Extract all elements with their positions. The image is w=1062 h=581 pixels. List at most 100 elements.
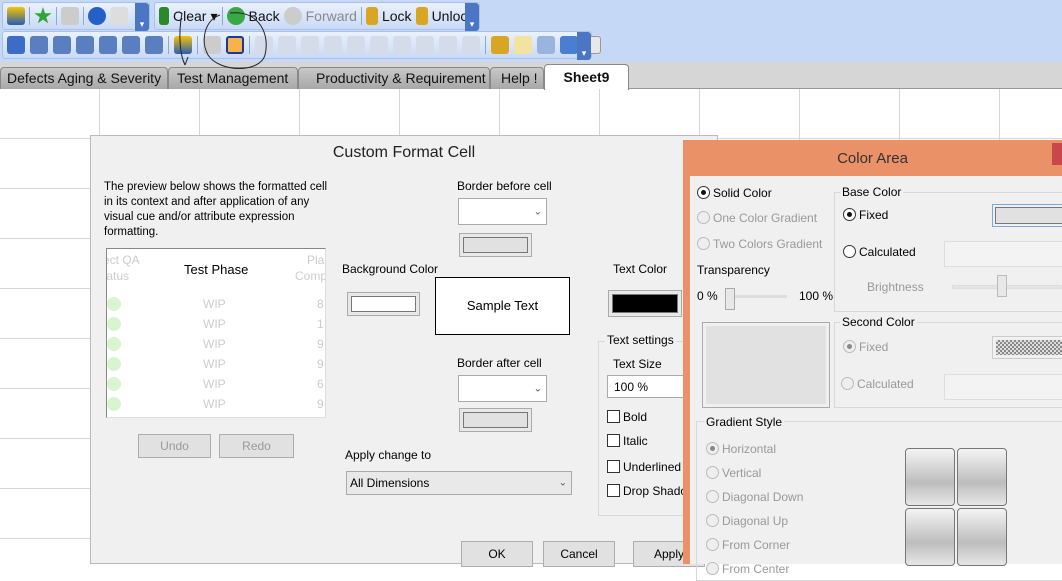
- hierarchy-icon[interactable]: [560, 36, 578, 54]
- base-calculated-radio[interactable]: [843, 245, 856, 258]
- toolbar-overflow-button[interactable]: ▾: [577, 32, 591, 60]
- equal-width-icon[interactable]: [416, 36, 434, 54]
- gradient-style-radio[interactable]: [706, 442, 719, 455]
- zoom-icon[interactable]: [99, 36, 117, 54]
- gradient-variant-tile[interactable]: [957, 448, 1007, 506]
- base-color-swatch[interactable]: [992, 204, 1062, 227]
- sample-text-preview: Sample Text: [435, 277, 570, 335]
- view-icon[interactable]: [53, 36, 71, 54]
- brightness-slider-thumb[interactable]: [997, 275, 1007, 297]
- cancel-button[interactable]: Cancel: [543, 541, 615, 567]
- user-icon[interactable]: [491, 36, 509, 54]
- status-indicator: [107, 357, 121, 371]
- gradient-style-label: Horizontal: [722, 442, 777, 456]
- drop-shadow-checkbox[interactable]: [607, 484, 620, 497]
- toolbar-standard: ▾: [2, 2, 150, 31]
- bold-checkbox[interactable]: [607, 410, 620, 423]
- color-preview: [702, 322, 830, 408]
- undo-button[interactable]: Undo: [138, 434, 211, 458]
- pointer-help-icon[interactable]: [110, 7, 128, 25]
- background-color-swatch[interactable]: [347, 292, 420, 316]
- text-color-label: Text Color: [613, 262, 668, 276]
- align-stack-icon[interactable]: [462, 36, 480, 54]
- space-horizontal-icon[interactable]: [278, 36, 296, 54]
- forward-button[interactable]: Forward: [306, 8, 357, 24]
- transparency-max: 100 %: [799, 289, 834, 303]
- italic-checkbox[interactable]: [607, 434, 620, 447]
- base-calculated-field[interactable]: [944, 241, 1062, 267]
- underlined-checkbox[interactable]: [607, 460, 620, 473]
- base-fixed-radio[interactable]: [843, 208, 856, 221]
- chevron-down-icon: ⌄: [533, 383, 542, 394]
- solid-color-radio[interactable]: [697, 186, 710, 199]
- tab-sheet9[interactable]: Sheet9: [544, 64, 629, 90]
- transparency-slider-thumb[interactable]: [725, 288, 735, 310]
- gradient-style-radio[interactable]: [706, 538, 719, 551]
- star-icon[interactable]: [34, 7, 52, 24]
- second-calculated-field[interactable]: [944, 374, 1062, 400]
- second-color-swatch[interactable]: [992, 336, 1062, 359]
- gradient-style-radio[interactable]: [706, 466, 719, 479]
- two-colors-gradient-label: Two Colors Gradient: [713, 237, 823, 251]
- preview-grid: ect QA tatus Test Phase Pla Comp WIP 8 W…: [106, 248, 326, 418]
- gradient-variant-tile[interactable]: [905, 508, 955, 566]
- text-color-swatch[interactable]: [608, 290, 682, 317]
- two-colors-gradient-radio[interactable]: [697, 237, 710, 250]
- custom-format-cell-dialog: Custom Format Cell The preview below sho…: [90, 135, 718, 567]
- edit-icon[interactable]: [61, 7, 79, 25]
- gradient-variant-tile[interactable]: [905, 448, 955, 506]
- gradient-style-label: Diagonal Down: [722, 490, 804, 504]
- apply-change-to-select[interactable]: All Dimensions ⌄: [346, 471, 572, 495]
- favorite-icon[interactable]: [76, 36, 94, 54]
- preview-header: ect QA: [106, 253, 140, 267]
- sheet-tabs: Defects Aging & Severity Test Management…: [0, 62, 1062, 90]
- border-before-select[interactable]: ⌄: [458, 198, 547, 225]
- tab-help[interactable]: Help !: [490, 67, 544, 89]
- gradient-style-radio[interactable]: [706, 490, 719, 503]
- smiley-icon[interactable]: [145, 36, 163, 54]
- transparency-min: 0 %: [697, 289, 718, 303]
- dialog-title: Color Area: [837, 150, 908, 167]
- one-color-gradient-label: One Color Gradient: [713, 211, 818, 225]
- preview-test-phase-header: Test Phase: [184, 262, 249, 277]
- text-format-icon[interactable]: [7, 36, 25, 54]
- lock-button[interactable]: Lock: [382, 8, 412, 24]
- document-edit-icon[interactable]: [514, 36, 532, 54]
- border-after-color[interactable]: [459, 408, 532, 432]
- arrange-icon[interactable]: [439, 36, 457, 54]
- second-fixed-radio[interactable]: [843, 340, 856, 353]
- align-right-icon[interactable]: [301, 36, 319, 54]
- form-edit-icon[interactable]: [537, 36, 555, 54]
- layout-icon[interactable]: [122, 36, 140, 54]
- tab-defects-aging[interactable]: Defects Aging & Severity: [0, 67, 168, 89]
- text-size-input[interactable]: 100 %: [607, 375, 687, 398]
- border-before-color[interactable]: [459, 233, 532, 257]
- redo-button[interactable]: Redo: [219, 434, 294, 458]
- toolbar-overflow-button[interactable]: ▾: [465, 3, 479, 31]
- annotation-scribble: [179, 12, 267, 69]
- align-top-icon[interactable]: [370, 36, 388, 54]
- tab-productivity[interactable]: Productivity & Requirement: [298, 67, 490, 89]
- space-vertical-icon[interactable]: [393, 36, 411, 54]
- toolbar-overflow-button[interactable]: ▾: [135, 3, 149, 31]
- second-calculated-radio[interactable]: [841, 377, 854, 390]
- one-color-gradient-radio[interactable]: [697, 211, 710, 224]
- close-button[interactable]: [1052, 143, 1062, 165]
- gradient-style-label: Gradient Style: [704, 415, 785, 429]
- status-indicator: [107, 297, 121, 311]
- ok-button[interactable]: OK: [461, 541, 533, 567]
- align-bottom-icon[interactable]: [324, 36, 342, 54]
- gradient-variant-tile[interactable]: [957, 508, 1007, 566]
- help-icon[interactable]: [88, 7, 106, 25]
- list-icon[interactable]: [30, 36, 48, 54]
- preview-phase-cell: WIP: [203, 377, 226, 391]
- solid-color-label: Solid Color: [713, 186, 772, 200]
- gradient-style-radio[interactable]: [706, 514, 719, 527]
- center-icon[interactable]: [347, 36, 365, 54]
- italic-label: Italic: [623, 434, 648, 448]
- preview-value-cell: 9: [317, 337, 324, 351]
- chart-lightning-icon[interactable]: [7, 7, 25, 25]
- brightness-slider[interactable]: [952, 285, 1062, 289]
- border-after-select[interactable]: ⌄: [458, 375, 547, 402]
- bold-label: Bold: [623, 410, 648, 424]
